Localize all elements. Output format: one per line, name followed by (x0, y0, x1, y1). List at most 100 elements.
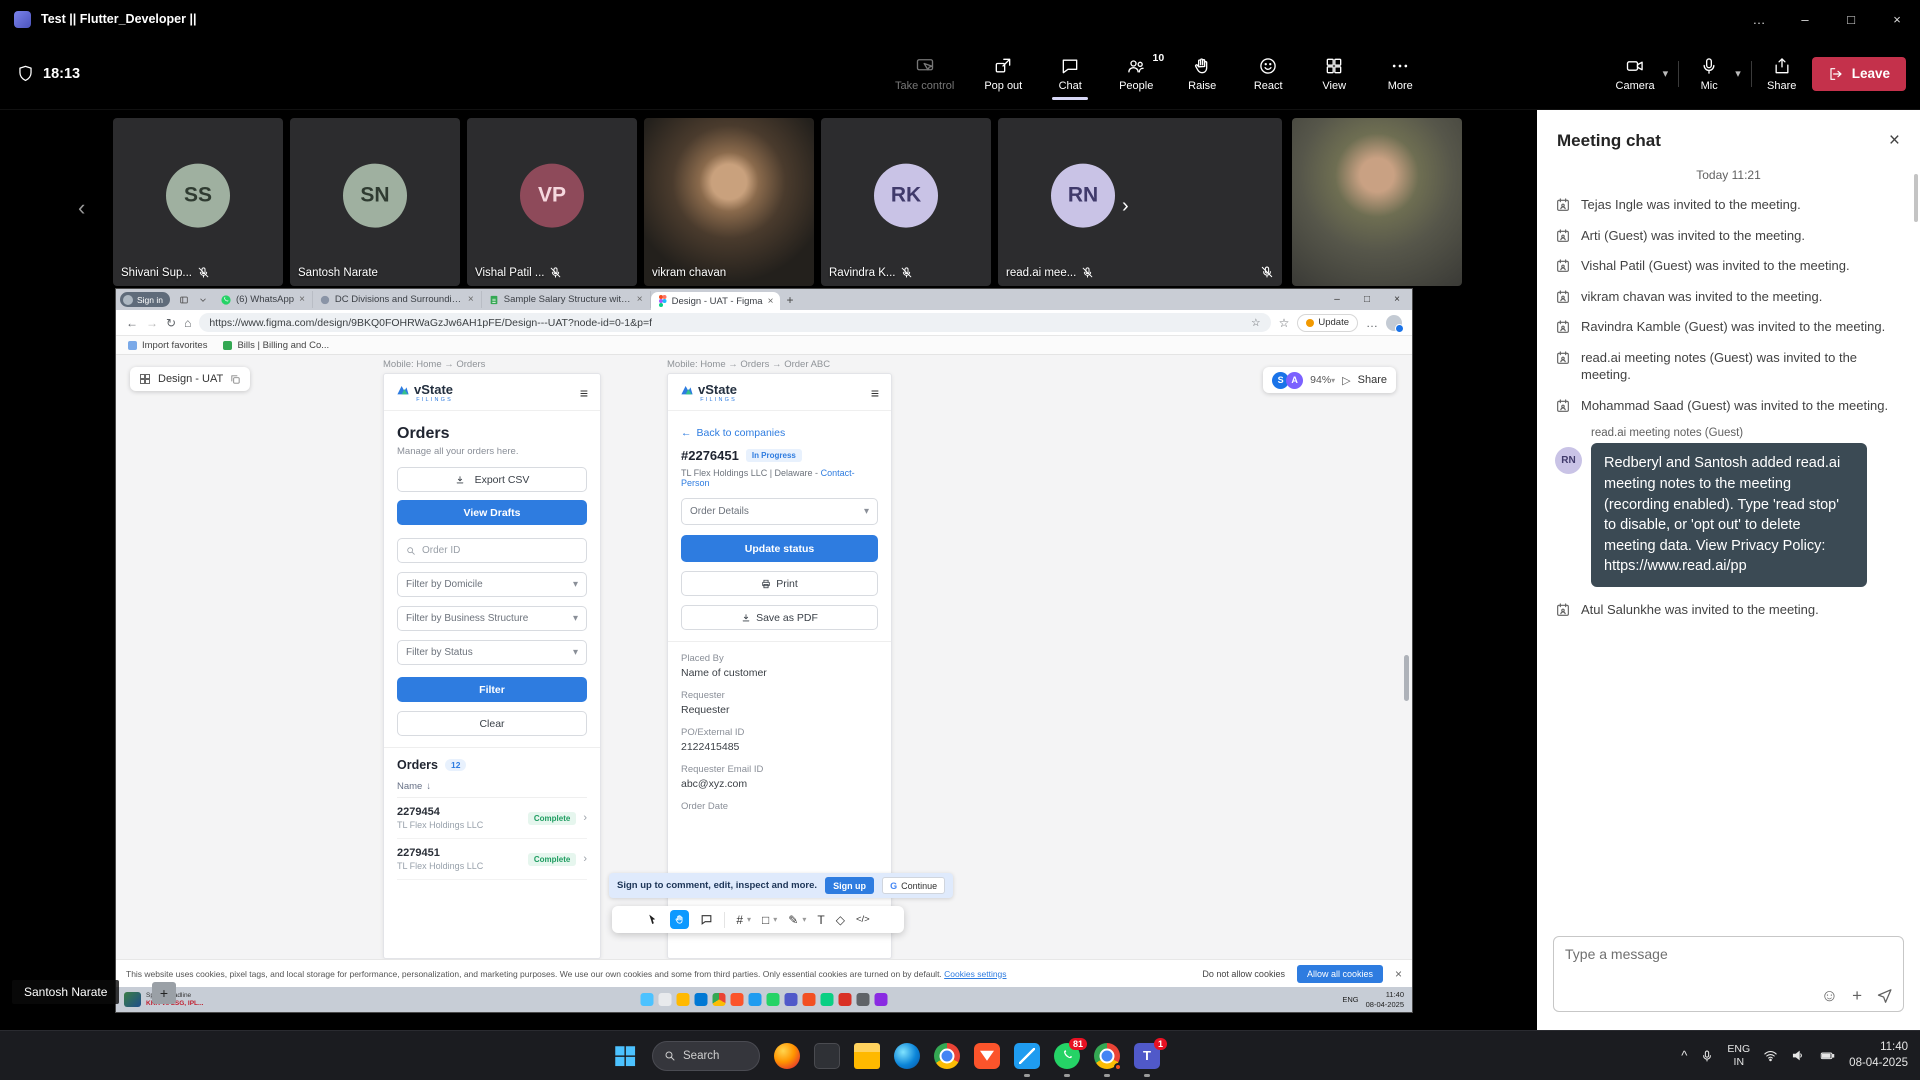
refresh-button[interactable]: ↻ (166, 316, 176, 330)
shape-tool-dropdown[interactable]: ▾ (773, 915, 777, 924)
chrome-profile-icon[interactable] (1094, 1043, 1120, 1069)
browser-tab-whatsapp[interactable]: (6) WhatsApp × (214, 291, 313, 308)
firefox-icon[interactable] (774, 1043, 800, 1069)
browser-menu-icon[interactable]: … (1366, 316, 1378, 330)
browser-profile-button[interactable]: Sign in (120, 292, 170, 307)
vscode-icon[interactable] (1014, 1043, 1040, 1069)
figma-canvas[interactable]: Mobile: Home → Orders Mobile: Home → Ord… (116, 355, 1412, 959)
file-explorer-icon[interactable] (854, 1043, 880, 1069)
participant-tile[interactable]: VP Vishal Patil ... (467, 118, 637, 286)
participant-tile[interactable] (1150, 118, 1282, 286)
share-button-figma[interactable]: Share (1358, 374, 1387, 386)
filter-business-structure-select[interactable]: Filter by Business Structure▾ (397, 606, 587, 631)
chat-button[interactable]: Chat (1050, 48, 1090, 100)
filter-status-select[interactable]: Filter by Status▾ (397, 640, 587, 665)
mockup-orders-screen[interactable]: vState FILINGS ≡ Orders Manage all your … (383, 373, 601, 959)
tab-search-icon[interactable] (195, 293, 211, 307)
browser-tab-dc-divisions[interactable]: DC Divisions and Surroundings × (313, 291, 482, 308)
name-column-header[interactable]: Name ↓ (397, 781, 587, 798)
view-button[interactable]: View (1314, 48, 1354, 100)
back-to-companies-link[interactable]: ← Back to companies (681, 427, 878, 439)
filmstrip-scroll-right[interactable]: › (1122, 195, 1129, 218)
filter-button[interactable]: Filter (397, 677, 587, 702)
mockup-order-detail-screen[interactable]: vState FILINGS ≡ ← Back to companies #22… (667, 373, 892, 959)
view-drafts-button[interactable]: View Drafts (397, 500, 587, 525)
figma-file-chip[interactable]: Design - UAT (130, 367, 250, 391)
pen-tool-dropdown[interactable]: ▾ (802, 915, 806, 924)
send-icon[interactable] (1876, 987, 1893, 1004)
emoji-icon[interactable]: ☺ (1821, 987, 1838, 1004)
comment-tool-icon[interactable] (700, 913, 713, 926)
brave-icon[interactable] (974, 1043, 1000, 1069)
hamburger-menu-icon[interactable]: ≡ (871, 385, 879, 401)
tab-close-icon[interactable]: × (299, 294, 305, 305)
chrome-icon[interactable] (934, 1043, 960, 1069)
export-csv-button[interactable]: Export CSV (397, 467, 587, 492)
clear-button[interactable]: Clear (397, 711, 587, 736)
leave-button[interactable]: Leave (1812, 57, 1906, 91)
collaborator-avatar[interactable]: A (1286, 372, 1303, 389)
pop-out-button[interactable]: Pop out (982, 48, 1024, 100)
browser-update-chip[interactable]: Update (1297, 314, 1358, 332)
wifi-icon[interactable] (1763, 1048, 1778, 1063)
browser-maximize-button[interactable]: □ (1352, 289, 1382, 310)
taskbar-clock[interactable]: 11:40 08-04-2025 (1849, 1040, 1908, 1071)
text-tool-icon[interactable]: T (817, 913, 824, 927)
forward-button[interactable]: → (146, 316, 158, 330)
whatsapp-icon[interactable]: 81 (1054, 1043, 1080, 1069)
filter-domicile-select[interactable]: Filter by Domicile▾ (397, 572, 587, 597)
camera-dropdown-icon[interactable]: ▾ (1663, 67, 1669, 80)
present-icon[interactable]: ▷ (1342, 374, 1350, 387)
volume-icon[interactable] (1791, 1048, 1806, 1063)
tab-close-icon[interactable]: × (468, 294, 474, 305)
participant-tile[interactable]: SS Shivani Sup... (113, 118, 283, 286)
pen-tool-icon[interactable]: ✎ (788, 913, 798, 927)
bookmark-bills-billing[interactable]: Bills | Billing and Co... (223, 340, 329, 351)
frame-tool-icon[interactable]: # (736, 913, 743, 927)
maximize-button[interactable]: □ (1828, 0, 1874, 38)
canvas-scrollbar[interactable] (1404, 655, 1409, 701)
frame-tool-dropdown[interactable]: ▾ (747, 915, 751, 924)
order-row[interactable]: 2279454TL Flex Holdings LLC Complete › (397, 798, 587, 839)
take-control-button[interactable]: Take control (893, 48, 956, 100)
raise-hand-button[interactable]: Raise (1182, 48, 1222, 100)
copy-icon[interactable] (230, 374, 241, 385)
cookie-settings-link[interactable]: Cookies settings (944, 969, 1006, 979)
teams-icon[interactable]: T 1 (1134, 1043, 1160, 1069)
url-field[interactable]: https://www.figma.com/design/9BKQ0FOHRWa… (199, 313, 1270, 332)
shape-tool-icon[interactable]: □ (762, 913, 769, 927)
participant-tile[interactable]: vikram chavan (644, 118, 814, 286)
edge-icon[interactable] (894, 1043, 920, 1069)
message-bubble[interactable]: Redberyl and Santosh added read.ai meeti… (1591, 443, 1867, 586)
browser-profile-avatar[interactable] (1386, 315, 1402, 331)
dev-mode-icon[interactable]: </> (856, 914, 870, 925)
close-button[interactable]: × (1874, 0, 1920, 38)
window-options-button[interactable]: … (1736, 0, 1782, 38)
participant-tile[interactable]: RN read.ai mee... (998, 118, 1168, 286)
more-button[interactable]: More (1380, 48, 1420, 100)
language-indicator[interactable]: ENG IN (1727, 1043, 1750, 1068)
print-button[interactable]: Print (681, 571, 878, 596)
tab-actions-icon[interactable] (176, 293, 192, 307)
zoom-level[interactable]: 94% (1310, 374, 1331, 386)
bookmark-import-favorites[interactable]: Import favorites (128, 340, 207, 351)
battery-icon[interactable] (1819, 1048, 1836, 1063)
allow-cookies-button[interactable]: Allow all cookies (1297, 965, 1383, 983)
start-button[interactable] (612, 1043, 638, 1069)
mic-button[interactable]: Mic (1689, 48, 1729, 100)
hand-tool-icon[interactable] (670, 910, 689, 929)
camera-button[interactable]: Camera (1614, 48, 1657, 100)
favorites-icon[interactable]: ☆ (1279, 316, 1290, 330)
browser-close-button[interactable]: × (1382, 289, 1412, 310)
move-tool-icon[interactable] (646, 913, 659, 926)
new-tab-button[interactable]: + (786, 293, 793, 307)
participant-tile[interactable]: SN Santosh Narate (290, 118, 460, 286)
sign-up-button[interactable]: Sign up (825, 877, 874, 894)
update-status-button[interactable]: Update status (681, 535, 878, 562)
tray-expand-icon[interactable]: ^ (1681, 1048, 1687, 1063)
chat-message-list[interactable]: Today 11:21 Tejas Ingle was invited to t… (1537, 160, 1920, 926)
mic-dropdown-icon[interactable]: ▾ (1735, 67, 1741, 80)
zoom-dropdown-icon[interactable]: ▾ (1331, 376, 1335, 385)
browser-tab-figma[interactable]: Design - UAT - Figma × (651, 292, 781, 310)
minimize-button[interactable]: – (1782, 0, 1828, 38)
